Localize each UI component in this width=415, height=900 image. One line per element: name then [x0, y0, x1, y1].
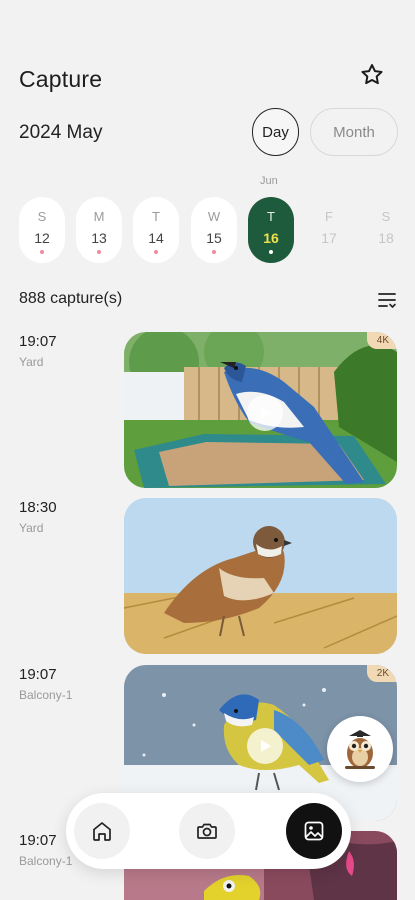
nav-home-button[interactable]	[74, 803, 130, 859]
header: Capture	[0, 58, 415, 98]
day-number: 15	[206, 230, 222, 246]
day-weekday: F	[325, 209, 333, 224]
capture-dot	[40, 250, 44, 254]
period-label: 2024 May	[19, 122, 103, 143]
next-month-label: Jun	[260, 175, 278, 187]
capture-count-row: 888 capture(s)	[0, 288, 415, 312]
day-number: 14	[148, 230, 164, 246]
play-icon	[261, 740, 271, 752]
sort-button[interactable]	[375, 288, 399, 312]
bottom-nav	[66, 793, 351, 869]
capture-dot	[154, 250, 158, 254]
capture-dot	[269, 250, 273, 254]
day-weekday: T	[267, 209, 275, 224]
day-weekday: S	[381, 209, 391, 224]
capture-thumbnail-sparrow[interactable]	[124, 498, 397, 654]
capture-location: Yard	[19, 355, 44, 369]
day-13[interactable]: M 13	[76, 197, 122, 263]
sparrow-photo	[124, 498, 397, 654]
day-18: S 18	[363, 197, 409, 263]
owl-icon	[345, 730, 375, 769]
day-number: 17	[321, 230, 337, 246]
day-number: 12	[34, 230, 50, 246]
day-weekday: T	[152, 209, 160, 224]
month-view-toggle[interactable]: Month	[310, 108, 398, 156]
day-number: 13	[91, 230, 107, 246]
star-icon	[361, 64, 383, 85]
resolution-badge: 2K	[366, 665, 397, 682]
day-14[interactable]: T 14	[133, 197, 179, 263]
favorites-button[interactable]	[357, 60, 387, 90]
camera-icon	[197, 823, 217, 839]
gallery-icon	[304, 821, 324, 841]
capture-time: 18:30	[19, 499, 57, 516]
page-title: Capture	[19, 66, 103, 92]
capture-dot	[97, 250, 101, 254]
capture-count: 888 capture(s)	[19, 290, 123, 307]
capture-location: Yard	[19, 521, 44, 535]
capture-time: 19:07	[19, 832, 57, 849]
day-17: F 17	[306, 197, 352, 263]
play-button[interactable]	[247, 728, 283, 764]
play-button[interactable]	[247, 395, 283, 431]
day-12[interactable]: S 12	[19, 197, 65, 263]
day-15[interactable]: W 15	[191, 197, 237, 263]
sort-list-icon	[378, 293, 396, 308]
day-number: 18	[378, 230, 394, 246]
day-weekday: S	[37, 209, 47, 224]
day-weekday: M	[93, 209, 105, 224]
capture-thumbnail-bluejay[interactable]: 4K	[124, 332, 397, 488]
day-view-toggle[interactable]: Day	[252, 108, 299, 156]
day-16-selected[interactable]: T 16	[248, 197, 294, 263]
resolution-badge: 4K	[366, 332, 397, 349]
play-icon	[261, 407, 271, 419]
capture-dot	[212, 250, 216, 254]
capture-location: Balcony-1	[19, 688, 73, 702]
period-row: 2024 May Day Month	[0, 108, 415, 158]
capture-time: 19:07	[19, 666, 57, 683]
day-strip: S 12 M 13 T 14 W 15 T 16 F 17 S 18	[0, 197, 415, 263]
owl-assistant-button[interactable]	[327, 716, 393, 782]
home-icon	[93, 822, 111, 841]
day-weekday: W	[207, 209, 221, 224]
capture-location: Balcony-1	[19, 854, 73, 868]
day-number: 16	[263, 230, 279, 246]
nav-camera-button[interactable]	[179, 803, 235, 859]
capture-time: 19:07	[19, 333, 57, 350]
nav-gallery-button[interactable]	[286, 803, 342, 859]
